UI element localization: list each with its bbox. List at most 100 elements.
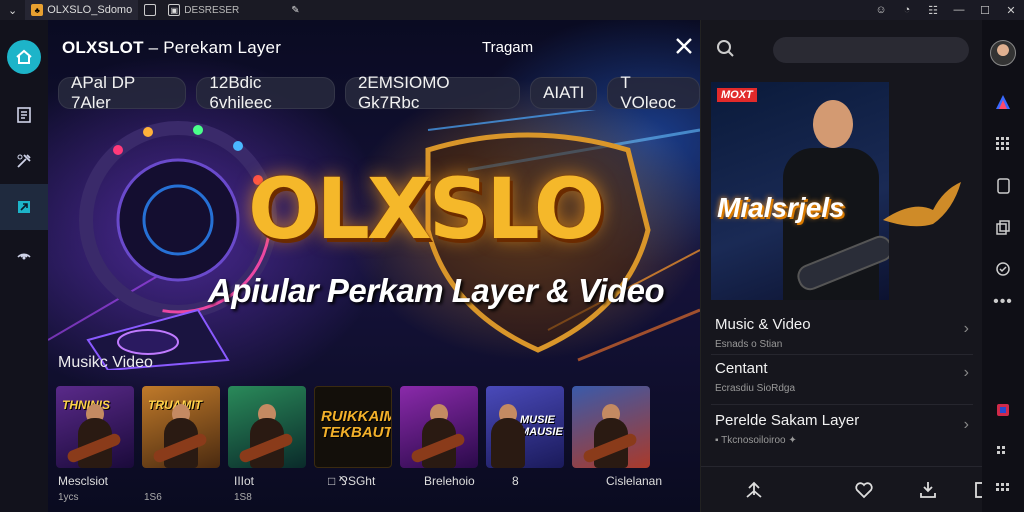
tab-label: DESRESER [184, 4, 240, 16]
download-icon[interactable] [917, 479, 939, 501]
heart-icon[interactable] [853, 479, 875, 501]
list-item-title: Perelde Sakam Layer [715, 412, 860, 429]
browser-tab-1[interactable]: ♣ OLXSLO_Sdomo [25, 0, 139, 20]
divider [711, 354, 973, 355]
copy-icon[interactable] [993, 218, 1013, 238]
avatar[interactable] [990, 40, 1016, 66]
close-icon[interactable] [672, 34, 696, 58]
performer [490, 418, 525, 468]
plugin-icon [18, 201, 30, 213]
section-title: Musikc Video [58, 354, 153, 371]
list-item-title: Centant [715, 360, 768, 377]
chat-icon[interactable]: ☷ [920, 0, 946, 20]
chevron-right-icon: › [963, 320, 969, 337]
divider [711, 404, 973, 405]
minimize-button[interactable]: — [946, 0, 972, 20]
video-thumbnail[interactable] [400, 386, 478, 468]
game-icon: ♣ [31, 4, 44, 16]
list-item-content[interactable]: Centant Ecrasdiu SioRdga › [715, 360, 969, 410]
hero-logo: OLXSLO [248, 160, 605, 258]
browser-icon: ▣ [168, 4, 181, 16]
flame-decoration-icon [883, 182, 961, 227]
share-icon[interactable] [743, 479, 765, 501]
rail-item-documents[interactable] [0, 92, 48, 138]
thumbnail-label[interactable]: IIIot [234, 474, 254, 488]
list-item-subtitle: Esnads o Stian [715, 339, 783, 350]
rail-item-plugins[interactable] [0, 184, 48, 230]
search-input[interactable] [773, 37, 969, 63]
thumbnail-meta: 1ycs [58, 492, 79, 503]
featured-title-art: Mialsrjels [717, 192, 845, 223]
restore-button[interactable]: ☐ [972, 0, 998, 20]
rail-item-signal[interactable] [0, 230, 48, 276]
face-icon[interactable]: ☺ [868, 0, 894, 20]
main-content: OLXSLOT – Perekam Layer Tragam APal DP 7… [48, 20, 700, 512]
rail-item-tools[interactable] [0, 138, 48, 184]
video-thumbnail[interactable]: MUSIE MAUSIE [486, 386, 564, 468]
tools-icon [17, 154, 31, 168]
tab-label: OLXSLO_Sdomo [47, 4, 133, 16]
list-item-music-video[interactable]: Music & Video Esnads o Stian › [715, 316, 969, 366]
tablet-icon[interactable] [993, 176, 1013, 196]
thumbnail-meta: 1S8 [234, 492, 252, 503]
window-titlebar: ⌄ ♣ OLXSLO_Sdomo ▣ DESRESER ✎ ☺ ◔ ☷ — ☐ … [0, 0, 1024, 20]
performer-face [813, 100, 853, 148]
top-center-label[interactable]: Tragam [482, 39, 533, 56]
chevron-right-icon: › [963, 416, 969, 433]
app-name: OLXSLOT [62, 38, 144, 57]
thumbnail-label[interactable]: Brelehoio [424, 474, 475, 488]
thumbnail-title-art: RUIKKAIM TEKBAUT [321, 408, 392, 441]
grid-icon[interactable] [993, 134, 1013, 154]
flag-icon[interactable] [993, 400, 1013, 420]
page-icon [144, 4, 157, 16]
featured-card[interactable]: MOXT Mialsrjels [711, 82, 889, 300]
chip-2[interactable]: 12Bdic 6vhileec [196, 73, 335, 112]
right-panel: MOXT Mialsrjels Music & Video Esnads o S… [700, 20, 991, 512]
panel-bottom-toolbar [701, 466, 991, 512]
grid-icon[interactable] [993, 480, 1013, 500]
chip-4[interactable]: AIATI [530, 77, 598, 109]
featured-badge: MOXT [717, 88, 757, 102]
more-icon[interactable]: ••• [993, 292, 1013, 312]
list-item-subtitle: Ecrasdiu SioRdga [715, 383, 796, 394]
list-item-recorder[interactable]: Perelde Sakam Layer ▪ Tkcnosoiloiroo ✦ › [715, 412, 969, 462]
list-item-subtitle: ▪ Tkcnosoiloiroo ✦ [715, 435, 797, 446]
far-right-rail: ••• [982, 20, 1024, 512]
rail-item-home[interactable] [0, 34, 48, 80]
video-thumbnail[interactable]: TRUAMIT [142, 386, 220, 468]
thumbnail-label[interactable]: Cislelanan [606, 474, 662, 488]
video-thumbnail[interactable]: RUIKKAIM TEKBAUT [314, 386, 392, 468]
signal-icon [17, 253, 31, 260]
video-thumbnail[interactable] [572, 386, 650, 468]
thumbnail-label[interactable]: Mesclsiot [58, 474, 108, 488]
page-title: OLXSLOT – Perekam Layer [62, 38, 281, 58]
list-item-title: Music & Video [715, 316, 811, 333]
app-subtitle: – Perekam Layer [143, 38, 282, 57]
chip-3[interactable]: 2EMSIOMO Gk7Rbc [344, 73, 521, 112]
browser-tab-4[interactable]: ✎ [285, 0, 305, 20]
browser-tab-3[interactable]: ▣ DESRESER [162, 0, 245, 20]
thumbnail-meta: 1S6 [144, 492, 162, 503]
video-thumbnail[interactable] [228, 386, 306, 468]
browser-tab-2[interactable] [138, 0, 162, 20]
cursor-icon: ✎ [291, 4, 300, 16]
chip-1[interactable]: APal DP 7Aler [58, 73, 187, 112]
chip-5[interactable]: T VOleoc [607, 73, 700, 112]
chevron-down-icon: ⌄ [8, 4, 18, 17]
hero-tagline: Apiular Perkam Layer & Video [208, 272, 665, 309]
close-window-button[interactable]: ✕ [998, 0, 1024, 20]
video-thumbnail[interactable]: THNINIS [56, 386, 134, 468]
thumbnail-label[interactable]: □ ⅋SGht [328, 474, 375, 488]
category-chips: APal DP 7Aler 12Bdic 6vhileec 2EMSIOMO G… [58, 73, 700, 112]
timer-icon[interactable]: ◔ [894, 0, 920, 20]
search-icon[interactable] [715, 38, 735, 58]
chevron-right-icon: › [963, 364, 969, 381]
badge-icon[interactable] [993, 260, 1013, 280]
titlebar-menu-button[interactable]: ⌄ [0, 0, 25, 20]
video-thumbnails: THNINIS TRUAMIT RUIKKAIM TEKBAUT MUSIE M… [56, 386, 650, 468]
brand-icon[interactable] [993, 92, 1013, 112]
home-icon [7, 40, 41, 74]
thumbnail-label[interactable]: 8 [512, 474, 519, 488]
left-navigation-rail [0, 20, 48, 512]
grid-small-icon[interactable] [993, 442, 1013, 462]
